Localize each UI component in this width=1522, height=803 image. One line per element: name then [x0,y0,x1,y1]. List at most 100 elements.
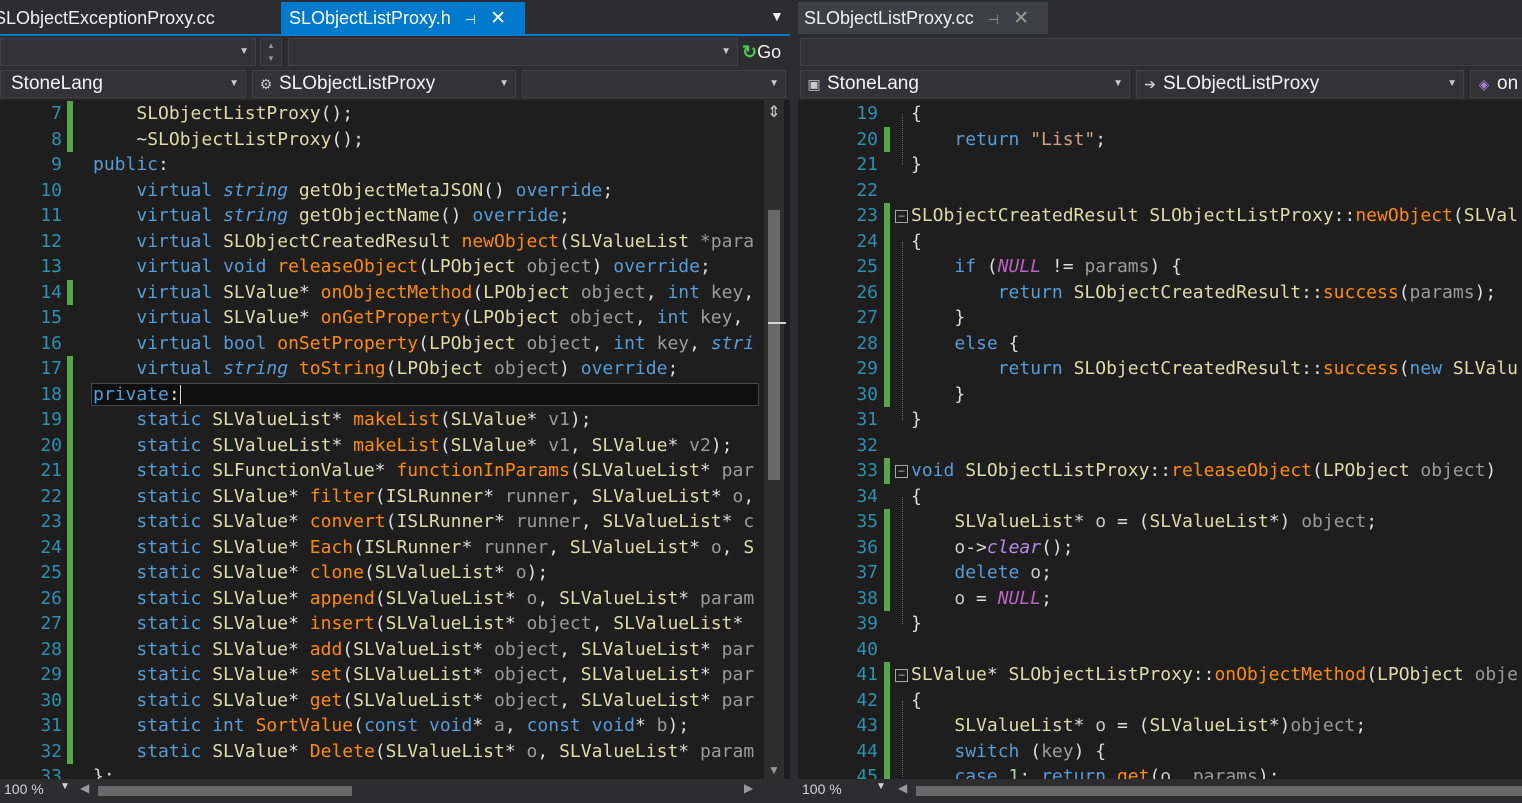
code-line[interactable]: 19 { [798,101,1522,127]
code-line[interactable]: 25 if (NULL != params) { [798,254,1522,280]
code-token: ( [374,613,386,634]
code-line[interactable]: 24 static SLValue* Each(ISLRunner* runne… [0,534,790,560]
collapse-icon[interactable]: − [895,210,908,223]
code-line[interactable]: 7 SLObjectListProxy(); [0,101,790,127]
zoom-dropdown-icon[interactable]: ▼ [60,781,70,792]
code-line[interactable]: 43 SLValueList* o = (SLValueList*)object… [798,713,1522,739]
code-line[interactable]: 27 } [798,305,1522,331]
scroll-left-arrow-icon[interactable]: ◀ [898,781,907,795]
code-line[interactable]: 18 private: [0,381,790,407]
editor-splitter[interactable] [790,0,798,803]
code-line[interactable]: 13 virtual void releaseObject(LPObject o… [0,254,790,280]
zoom-dropdown-icon[interactable]: ▼ [876,781,886,792]
scope-dropdown[interactable]: ⚙ SLObjectListProxy ▼ [252,70,516,98]
code-line[interactable]: 8 ~SLObjectListProxy(); [0,126,790,152]
collapse-icon[interactable]: − [895,465,908,478]
right-toolbar-combo[interactable] [800,38,1522,66]
code-line[interactable]: 45 case 1: return get(o, params); [798,764,1522,779]
code-line[interactable]: 17 virtual string toString(LPObject obje… [0,356,790,382]
code-line[interactable]: 30 } [798,381,1522,407]
spin-buttons[interactable]: ▲ ▼ [260,38,282,66]
code-line[interactable]: 9 public: [0,152,790,178]
left-toolbar-combo-1[interactable]: ▼ [0,38,256,66]
code-line[interactable]: 31 static int SortValue(const void* a, c… [0,713,790,739]
left-toolbar-combo-2[interactable]: ▼ [288,38,738,66]
code-line[interactable]: 41 − SLValue* SLObjectListProxy::onObjectM… [798,662,1522,688]
code-line[interactable]: 32 [798,433,1522,459]
code-line[interactable]: 22 [798,178,1522,204]
code-line[interactable]: 28 else { [798,330,1522,356]
code-line[interactable]: 24 { [798,228,1522,254]
code-line[interactable]: 37 delete o; [798,560,1522,586]
tab-slobjectlistproxy-cc[interactable]: SLObjectListProxy.cc ⊣ ✕ [798,2,1048,34]
code-line[interactable]: 14 virtual SLValue* onObjectMethod(LPObj… [0,279,790,305]
code-line[interactable]: 20 return "List"; [798,126,1522,152]
scroll-right-arrow-icon[interactable]: ▶ [744,781,753,795]
pin-icon[interactable]: ⊣ [988,4,999,36]
code-line[interactable]: 21} [798,152,1522,178]
close-icon[interactable]: ✕ [490,3,506,35]
scope-dropdown[interactable]: ➔ SLObjectListProxy ▼ [1136,70,1464,98]
code-line[interactable]: 16 virtual bool onSetProperty(LPObject o… [0,331,790,357]
code-line[interactable]: 21 static SLFunctionValue* functionInPar… [0,458,790,484]
code-line[interactable]: 40 [798,637,1522,663]
member-dropdown[interactable]: ▼ [522,70,786,98]
code-token: () [439,205,473,226]
code-line[interactable]: 25 static SLValue* clone(SLValueList* o)… [0,560,790,586]
scroll-left-arrow-icon[interactable]: ◀ [80,781,89,795]
code-token: , [732,307,755,328]
member-dropdown[interactable]: ◈ on [1470,70,1522,98]
code-line[interactable]: 39} [798,611,1522,637]
scroll-down-arrow-icon[interactable]: ▼ [768,763,780,777]
collapse-icon[interactable]: − [895,669,908,682]
code-line[interactable]: 33}; [0,764,790,779]
close-icon[interactable]: ✕ [1013,3,1029,35]
code-line[interactable]: 34 { [798,484,1522,510]
code-line[interactable]: 20 static SLValueList* makeList(SLValue*… [0,432,790,458]
code-line[interactable]: 30 static SLValue* get(SLValueList* obje… [0,687,790,713]
horizontal-scroll-thumb[interactable] [916,786,1522,796]
scrollbar-thumb[interactable] [768,210,780,480]
code-line[interactable]: 22 static SLValue* filter(ISLRunner* run… [0,483,790,509]
code-line[interactable]: 42 { [798,687,1522,713]
code-line[interactable]: 27 static SLValue* insert(SLValueList* o… [0,611,790,637]
code-line[interactable]: 23 − SLObjectCreatedResult SLObjectListPro… [798,203,1522,229]
go-button[interactable]: ↻Go [742,38,788,66]
code-line[interactable]: 15 virtual SLValue* onGetProperty(LPObje… [0,305,790,331]
code-line[interactable]: 36 o->clear(); [798,534,1522,560]
split-handle-icon[interactable]: ⇕ [764,102,784,122]
project-dropdown[interactable]: StoneLang ▼ [0,70,246,98]
code-line[interactable]: 44 switch (key) { [798,738,1522,764]
code-line[interactable]: 19 static SLValueList* makeList(SLValue*… [0,407,790,433]
code-line[interactable]: 38 o = NULL; [798,585,1522,611]
code-token: * [288,740,310,762]
code-token: ; [1041,587,1052,609]
tab-slobjectlistproxy-h[interactable]: SLObjectListProxy.h ⊣ ✕ [281,2,525,34]
left-vertical-scrollbar[interactable]: ⇕ ▼ [764,100,786,779]
code-line[interactable]: 23 static SLValue* convert(ISLRunner* ru… [0,509,790,535]
code-line[interactable]: 11 virtual string getObjectName() overri… [0,203,790,229]
code-line[interactable]: 26 return SLObjectCreatedResult::success… [798,279,1522,305]
code-line[interactable]: 28 static SLValue* add(SLValueList* obje… [0,636,790,662]
code-line[interactable]: 29 return SLObjectCreatedResult::success… [798,356,1522,382]
code-line[interactable]: 31} [798,407,1522,433]
code-line[interactable]: 10 virtual string getObjectMetaJSON() ov… [0,178,790,204]
horizontal-scroll-thumb[interactable] [98,786,352,796]
code-line[interactable]: 32 static SLValue* Delete(SLValueList* o… [0,738,790,764]
code-line[interactable]: 26 static SLValue* append(SLValueList* o… [0,585,790,611]
tab-overflow-dropdown-icon[interactable]: ▼ [770,8,784,24]
line-number: 11 [40,205,62,226]
pin-icon[interactable]: ⊣ [465,4,476,36]
code-line[interactable]: 35 SLValueList* o = (SLValueList*) objec… [798,509,1522,535]
zoom-level[interactable]: 100 % [802,781,842,797]
tab-slobjectexceptionproxy-cc[interactable]: SLObjectExceptionProxy.cc [0,2,280,34]
code-line[interactable]: 33 − void SLObjectListProxy::releaseObject… [798,458,1522,484]
left-code-editor[interactable]: 7 SLObjectListProxy(); 8 ~SLObjectListPro… [0,100,790,779]
code-line[interactable]: 12 virtual SLObjectCreatedResult newObje… [0,229,790,255]
code-line[interactable]: 29 static SLValue* set(SLValueList* obje… [0,662,790,688]
zoom-level[interactable]: 100 % [4,781,44,797]
right-code-editor[interactable]: 19{20 return "List"; 21} 22 23− SLObjectCrea… [798,100,1522,779]
project-dropdown[interactable]: ▣ StoneLang ▼ [800,70,1130,98]
code-token: SLValueList [559,740,679,762]
